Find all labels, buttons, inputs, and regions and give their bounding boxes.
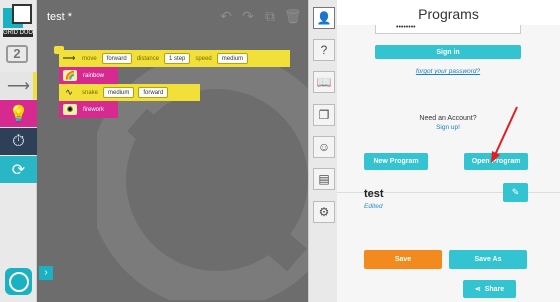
gear-icon: ⚙ bbox=[318, 205, 330, 219]
category-loops[interactable]: ⟳ bbox=[0, 156, 37, 183]
red-annotation-arrow bbox=[491, 106, 518, 163]
save-button[interactable]: Save bbox=[364, 250, 442, 269]
logo-label: GRID DUO bbox=[3, 30, 33, 37]
help-button[interactable]: ? bbox=[313, 39, 335, 61]
document-button[interactable]: ▤ bbox=[313, 168, 335, 190]
book-button[interactable]: 📖 bbox=[313, 71, 335, 93]
share-label: Share bbox=[484, 285, 505, 293]
distance-label: distance bbox=[136, 55, 160, 62]
programs-panel: Programs •••••••• Sign in forgot your pa… bbox=[337, 0, 560, 302]
forgot-password-link[interactable]: forgot your password? bbox=[375, 68, 521, 75]
level-selector[interactable]: 2 bbox=[6, 45, 28, 63]
help-icon: ? bbox=[320, 43, 328, 57]
category-time[interactable]: ⏱ bbox=[0, 128, 37, 155]
rainbow-label: rainbow bbox=[83, 72, 105, 79]
firework-block[interactable]: ✺ firework bbox=[59, 101, 118, 118]
connect-robot-button[interactable] bbox=[5, 268, 32, 295]
rainbow-block[interactable]: 🌈 rainbow bbox=[59, 67, 118, 84]
snake-speed-field[interactable]: medium bbox=[103, 87, 135, 98]
panel-title: Programs bbox=[418, 6, 479, 22]
move-block[interactable]: ⟶ move forward distance 1 step speed med… bbox=[59, 50, 290, 67]
arrow-right-icon: ⟶ bbox=[62, 53, 76, 63]
firework-icon: ✺ bbox=[63, 104, 77, 115]
expand-toggle[interactable]: › bbox=[39, 266, 53, 280]
category-motion[interactable]: ⟶ bbox=[0, 72, 37, 99]
head-button[interactable]: ☺ bbox=[313, 136, 335, 158]
user-icon: 👤 bbox=[316, 11, 332, 25]
program-status: Edited bbox=[364, 203, 383, 210]
wave-icon: ∿ bbox=[65, 87, 73, 97]
snake-direction-field[interactable]: forward bbox=[138, 87, 169, 98]
snake-label: snake bbox=[82, 89, 99, 96]
direction-field[interactable]: forward bbox=[101, 53, 132, 64]
canvas-toolbar: ↶ ↷ ⧉ 🗑 bbox=[218, 8, 302, 25]
distance-field[interactable]: 1 step bbox=[164, 53, 191, 64]
document-title: test * bbox=[47, 11, 73, 23]
firework-label: firework bbox=[83, 106, 105, 113]
edit-name-button[interactable]: ✎ bbox=[503, 183, 528, 202]
program-name: test bbox=[364, 188, 384, 200]
block-palette: GRID DUO 2 ⟶ 💡 ⏱ ⟳ bbox=[0, 0, 37, 302]
share-icon: ⋖ bbox=[474, 286, 481, 293]
copy-icon[interactable]: ⧉ bbox=[262, 8, 278, 25]
windows-button[interactable]: ❐ bbox=[313, 104, 335, 126]
arrow-right-icon: ⟶ bbox=[7, 77, 30, 95]
speed-label: speed bbox=[195, 55, 212, 62]
repeat-icon: ⟳ bbox=[11, 161, 26, 179]
redo-icon[interactable]: ↷ bbox=[240, 8, 256, 25]
windows-icon: ❐ bbox=[318, 108, 330, 122]
book-icon: 📖 bbox=[316, 75, 332, 89]
account-button[interactable]: 👤 bbox=[313, 7, 335, 29]
head-icon: ☺ bbox=[317, 140, 331, 154]
share-button[interactable]: ⋖ Share bbox=[463, 280, 516, 298]
app-logo: GRID DUO bbox=[3, 4, 33, 41]
trash-icon[interactable]: 🗑 bbox=[284, 8, 302, 25]
new-program-button[interactable]: New Program bbox=[364, 153, 428, 170]
bulb-icon: 💡 bbox=[8, 105, 29, 123]
move-label: move bbox=[82, 55, 97, 62]
undo-icon[interactable]: ↶ bbox=[218, 8, 234, 25]
document-icon: ▤ bbox=[318, 172, 330, 186]
workspace-canvas[interactable]: test * ↶ ↷ ⧉ 🗑 ⟶ move forward distance 1… bbox=[37, 0, 308, 302]
category-lights[interactable]: 💡 bbox=[0, 100, 37, 127]
snake-block[interactable]: ∿ snake medium forward bbox=[59, 84, 200, 101]
speed-field[interactable]: medium bbox=[216, 53, 249, 64]
edit-icon: ✎ bbox=[511, 187, 520, 197]
password-field[interactable]: •••••••• bbox=[375, 25, 521, 34]
timer-icon: ⏱ bbox=[12, 132, 25, 150]
settings-button[interactable]: ⚙ bbox=[313, 201, 335, 223]
sign-in-button[interactable]: Sign in bbox=[375, 45, 521, 59]
rainbow-icon: 🌈 bbox=[63, 70, 77, 81]
save-as-button[interactable]: Save As bbox=[449, 250, 527, 269]
lightning-icon bbox=[8, 271, 29, 292]
side-toolbar: 👤 ? 📖 ❐ ☺ ▤ ⚙ bbox=[308, 0, 337, 302]
